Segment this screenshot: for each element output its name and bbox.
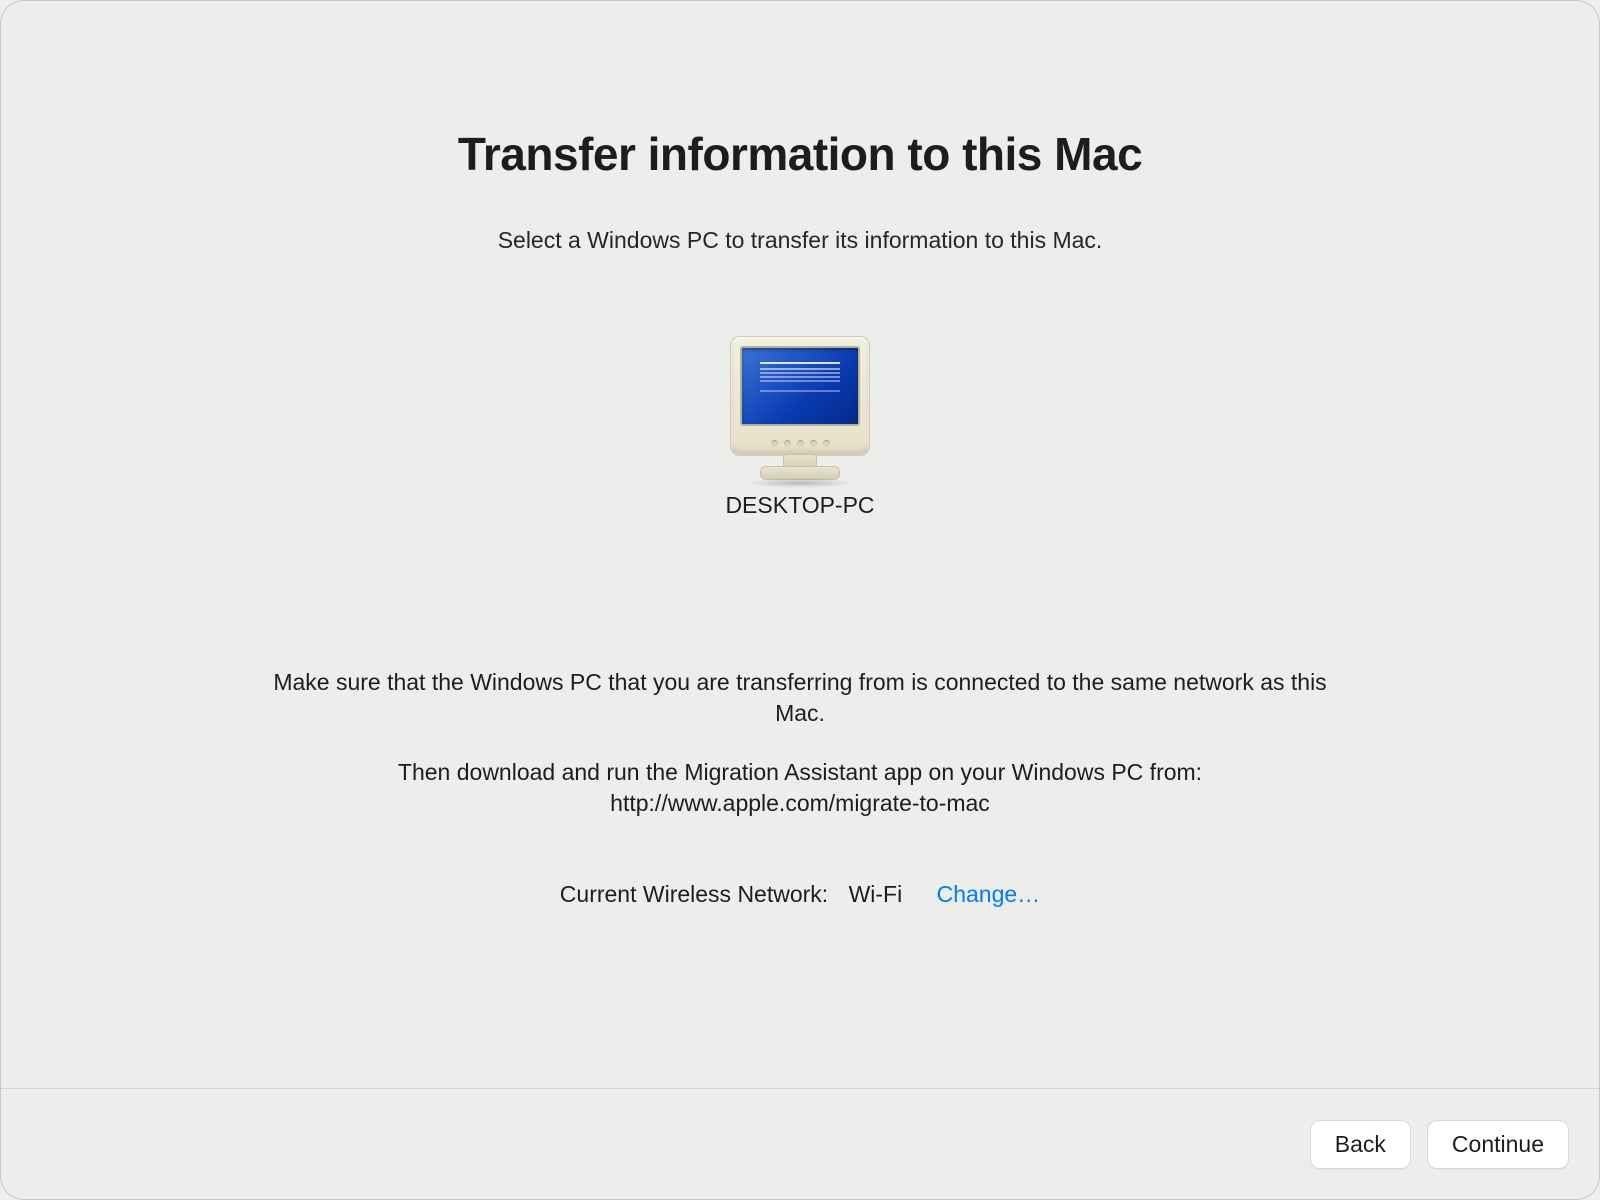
change-network-link[interactable]: Change…	[937, 881, 1041, 907]
footer-buttons: Back Continue	[1310, 1120, 1569, 1169]
page-subtitle: Select a Windows PC to transfer its info…	[1, 227, 1599, 254]
page-title: Transfer information to this Mac	[1, 127, 1599, 181]
device-item-desktop-pc[interactable]: DESKTOP-PC	[725, 336, 875, 519]
back-button[interactable]: Back	[1310, 1120, 1411, 1169]
instruction-text: Make sure that the Windows PC that you a…	[1, 667, 1599, 819]
network-value: Wi-Fi	[849, 881, 903, 907]
footer-separator	[1, 1088, 1599, 1089]
device-label: DESKTOP-PC	[725, 492, 874, 519]
migration-assistant-pane: Transfer information to this Mac Select …	[1, 1, 1599, 908]
instruction-line-2: Then download and run the Migration Assi…	[270, 757, 1330, 819]
migration-url: http://www.apple.com/migrate-to-mac	[610, 790, 990, 816]
continue-button[interactable]: Continue	[1427, 1120, 1569, 1169]
pc-crt-icon	[725, 336, 875, 486]
device-list: DESKTOP-PC	[1, 336, 1599, 519]
network-label: Current Wireless Network:	[560, 881, 828, 907]
network-info: Current Wireless Network: Wi-Fi Change…	[1, 881, 1599, 908]
instruction-line-1: Make sure that the Windows PC that you a…	[270, 667, 1330, 729]
